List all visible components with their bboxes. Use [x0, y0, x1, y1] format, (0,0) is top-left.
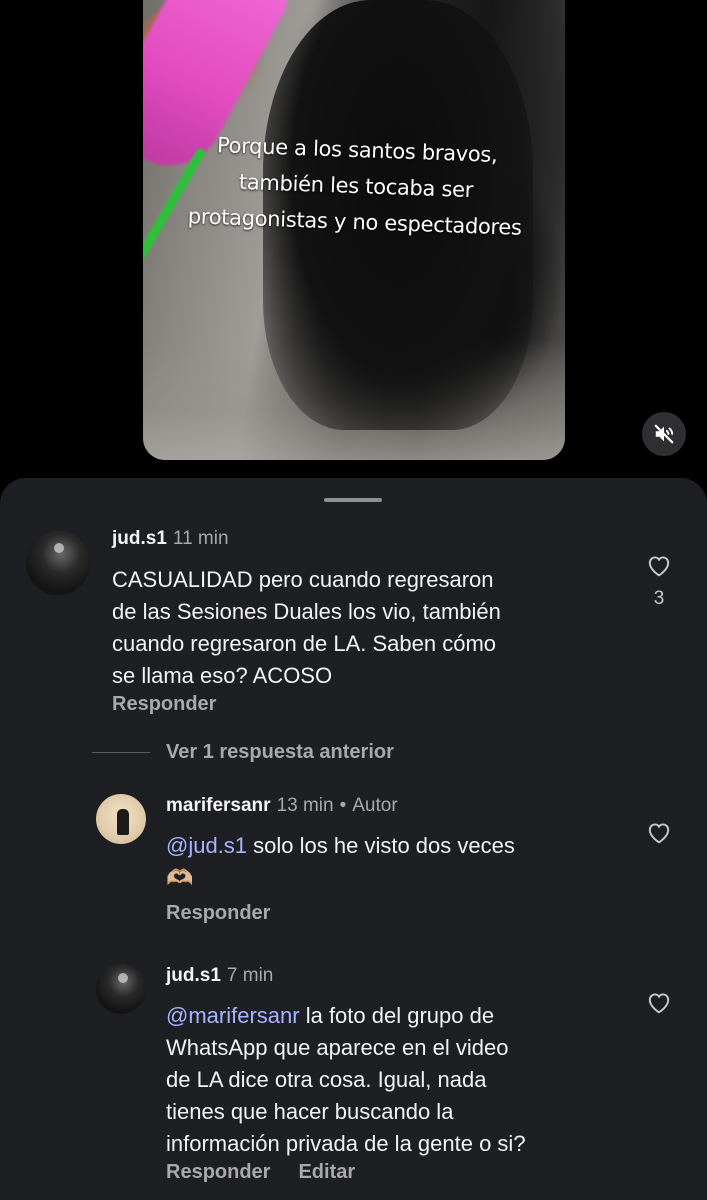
view-replies-label[interactable]: Ver 1 respuesta anterior [166, 741, 394, 764]
reply-time: 7 min [226, 965, 274, 986]
avatar[interactable] [26, 531, 90, 595]
comment-username[interactable]: jud.s1 [112, 528, 167, 549]
view-previous-replies[interactable]: Ver 1 respuesta anterior [92, 740, 394, 764]
like-button[interactable] [644, 550, 674, 580]
mention-link[interactable]: @marifersanr [166, 1003, 300, 1028]
speaker-muted-icon [654, 424, 674, 444]
drag-handle[interactable] [324, 498, 382, 502]
reply-username[interactable]: marifersanr [166, 795, 271, 816]
reply-username[interactable]: jud.s1 [166, 965, 221, 986]
comments-sheet: jud.s1 11 min CASUALIDAD pero cuando regr… [0, 478, 707, 1200]
like-count: 3 [653, 588, 665, 609]
reply-button[interactable]: Responder [112, 693, 216, 715]
video-caption: Porque a los santos bravos, también les … [187, 133, 523, 240]
heart-icon [648, 993, 670, 1014]
avatar[interactable] [96, 794, 146, 844]
app-root: Porque a los santos bravos, también les … [0, 0, 707, 1200]
video-area: Porque a los santos bravos, también les … [0, 0, 707, 500]
reply-time: 13 min [276, 795, 334, 816]
mention-link[interactable]: @jud.s1 [166, 833, 247, 858]
heart-icon [648, 556, 670, 577]
edit-button[interactable]: Editar [298, 1161, 355, 1183]
comment-time: 11 min [172, 528, 229, 549]
like-button[interactable] [644, 987, 674, 1017]
reply-button[interactable]: Responder [166, 1161, 270, 1183]
avatar[interactable] [96, 964, 146, 1014]
separator-dot: • [339, 795, 347, 816]
reply-text: @marifersanr la foto del grupo de WhatsA… [166, 1003, 526, 1156]
mute-button[interactable] [642, 412, 686, 456]
reply-button[interactable]: Responder [166, 902, 270, 924]
author-badge: Autor [352, 795, 398, 816]
reply-text: @jud.s1 solo los he visto dos veces 🫶🏼 [166, 833, 515, 890]
video-player[interactable]: Porque a los santos bravos, también les … [143, 0, 565, 460]
comment-text: CASUALIDAD pero cuando regresaron de las… [112, 567, 501, 688]
like-button[interactable] [644, 817, 674, 847]
heart-icon [648, 823, 670, 844]
